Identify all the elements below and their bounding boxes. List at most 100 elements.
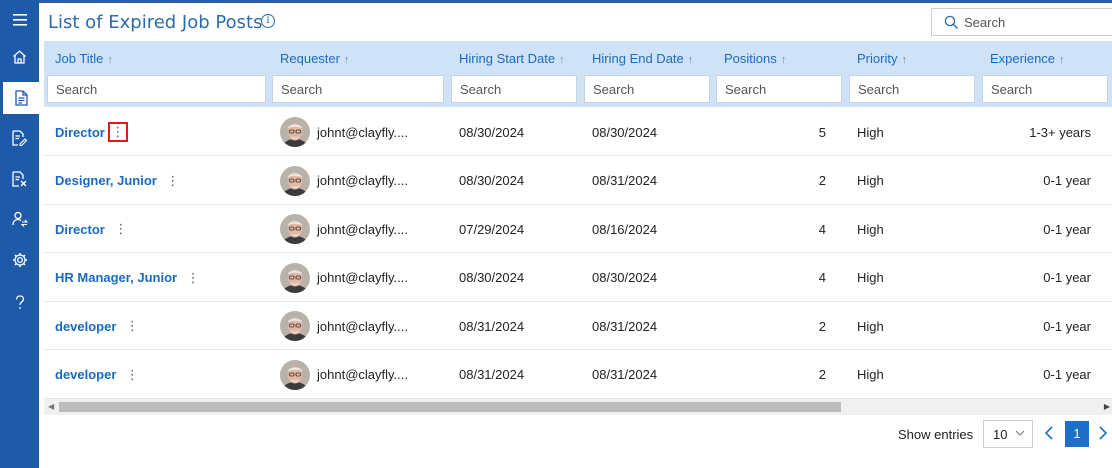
- menu-icon[interactable]: [0, 4, 39, 36]
- previous-page-icon[interactable]: [1043, 425, 1055, 441]
- filter-priority[interactable]: [849, 75, 975, 103]
- column-label: Requester: [280, 51, 340, 66]
- job-title-link[interactable]: developer: [55, 367, 116, 382]
- scroll-right-icon[interactable]: ▶: [1104, 402, 1110, 411]
- search-input[interactable]: [964, 12, 1104, 32]
- table-row[interactable]: Director ⋮ johnt@clayfly.... 08/30/2024 08/3…: [44, 108, 1112, 156]
- filter-input[interactable]: [452, 76, 576, 102]
- search-box[interactable]: [931, 8, 1112, 36]
- filter-experience[interactable]: [982, 75, 1108, 103]
- filter-hiring-start-date[interactable]: [451, 75, 577, 103]
- next-page-icon[interactable]: [1097, 425, 1109, 441]
- cell-requester: johnt@clayfly....: [280, 302, 408, 350]
- column-label: Positions: [724, 51, 777, 66]
- gear-icon[interactable]: [0, 244, 39, 276]
- cell-experience: 0-1 year: [1043, 270, 1091, 285]
- document-icon[interactable]: [3, 82, 39, 114]
- cell-job-title: Director ⋮: [55, 108, 128, 156]
- horizontal-scrollbar[interactable]: ◀ ▶: [44, 399, 1112, 415]
- more-options-icon[interactable]: ⋮: [124, 317, 140, 335]
- column-header-requester[interactable]: Requester ↑: [280, 51, 349, 66]
- sort-arrow-icon: ↑: [107, 54, 113, 66]
- requester-email: johnt@clayfly....: [317, 270, 408, 285]
- cell-positions: 4: [818, 270, 826, 285]
- table-row[interactable]: developer ⋮ johnt@clayfly.... 08/31/2024 08/…: [44, 351, 1112, 399]
- table-row[interactable]: Designer, Junior ⋮ johnt@clayfly.... 08/30/…: [44, 157, 1112, 205]
- filter-input[interactable]: [48, 76, 265, 102]
- cell-priority: High: [857, 221, 884, 237]
- filter-input[interactable]: [717, 76, 841, 102]
- column-label: Priority: [857, 51, 898, 66]
- cell-job-title: Designer, Junior ⋮: [55, 157, 181, 205]
- avatar: [280, 214, 310, 244]
- page-number-current[interactable]: 1: [1065, 421, 1089, 447]
- requester-email: johnt@clayfly....: [317, 221, 408, 237]
- requester-email: johnt@clayfly....: [317, 367, 408, 382]
- column-label: Experience: [990, 51, 1056, 66]
- page-size-select[interactable]: 10: [983, 420, 1033, 448]
- cell-hiring-start-date: 08/31/2024: [459, 367, 525, 382]
- job-title-link[interactable]: Director: [55, 222, 105, 237]
- table-row[interactable]: HR Manager, Junior ⋮ johnt@clayfly.... 08/3…: [44, 254, 1112, 302]
- grid-header: Job Title ↑ Requester ↑ Hiring Start Date ↑…: [44, 41, 1112, 107]
- filter-requester[interactable]: [272, 75, 444, 103]
- document-edit-icon[interactable]: [0, 122, 39, 154]
- more-options-icon[interactable]: ⋮: [124, 366, 140, 384]
- filter-hiring-end-date[interactable]: [584, 75, 710, 103]
- avatar: [280, 311, 310, 341]
- job-title-link[interactable]: Director: [55, 125, 105, 140]
- more-options-icon[interactable]: ⋮: [107, 122, 128, 142]
- avatar: [280, 359, 310, 390]
- sort-arrow-icon: ↑: [343, 54, 350, 66]
- table-row[interactable]: Director ⋮ johnt@clayfly.... 07/29/2024 08/1…: [44, 205, 1112, 253]
- more-options-icon[interactable]: ⋮: [165, 172, 181, 190]
- home-icon[interactable]: [0, 41, 39, 73]
- document-remove-icon[interactable]: [0, 163, 39, 195]
- column-header-priority[interactable]: Priority ↑: [857, 51, 907, 66]
- column-label: Hiring End Date: [592, 51, 684, 66]
- page-size-value: 10: [993, 427, 1008, 442]
- filter-input[interactable]: [850, 76, 974, 102]
- cell-experience: 0-1 year: [1043, 318, 1091, 334]
- user-switch-icon[interactable]: [0, 203, 39, 235]
- cell-hiring-end-date: 08/31/2024: [592, 367, 658, 382]
- cell-experience: 0-1 year: [1043, 367, 1091, 382]
- cell-positions: 4: [818, 221, 826, 237]
- job-title-link[interactable]: HR Manager, Junior: [55, 270, 177, 285]
- column-header-hiring-start-date[interactable]: Hiring Start Date ↑: [459, 51, 565, 66]
- column-label: Hiring Start Date: [459, 51, 556, 66]
- more-options-icon[interactable]: ⋮: [185, 269, 201, 287]
- scroll-left-icon[interactable]: ◀: [48, 402, 54, 411]
- cell-hiring-start-date: 08/30/2024: [459, 173, 525, 188]
- cell-hiring-end-date: 08/31/2024: [592, 173, 658, 188]
- filter-input[interactable]: [585, 76, 709, 102]
- filter-positions[interactable]: [716, 75, 842, 103]
- cell-positions: 2: [818, 318, 826, 334]
- cell-experience: 1-3+ years: [1029, 124, 1091, 140]
- requester-email: johnt@clayfly....: [317, 318, 408, 334]
- filter-input[interactable]: [273, 76, 443, 102]
- column-header-positions[interactable]: Positions ↑: [724, 51, 786, 66]
- sort-arrow-icon: ↑: [559, 54, 565, 66]
- job-posts-grid: Job Title ↑ Requester ↑ Hiring Start Date ↑…: [44, 41, 1112, 414]
- cell-priority: High: [857, 367, 884, 382]
- column-header-experience[interactable]: Experience ↑: [990, 51, 1065, 66]
- info-icon[interactable]: i: [261, 14, 275, 28]
- cell-job-title: Director ⋮: [55, 205, 129, 253]
- cell-hiring-end-date: 08/30/2024: [592, 270, 658, 285]
- cell-job-title: HR Manager, Junior ⋮: [55, 254, 201, 302]
- column-header-job-title[interactable]: Job Title ↑: [55, 51, 113, 66]
- table-row[interactable]: developer ⋮ johnt@clayfly.... 08/31/2024 08/…: [44, 302, 1112, 350]
- scrollbar-thumb[interactable]: [59, 402, 841, 412]
- filter-input[interactable]: [983, 76, 1107, 102]
- job-title-link[interactable]: Designer, Junior: [55, 173, 157, 188]
- sort-arrow-icon: ↑: [901, 54, 907, 66]
- filter-job-title[interactable]: [47, 75, 266, 103]
- column-label: Job Title: [55, 51, 104, 66]
- more-options-icon[interactable]: ⋮: [113, 220, 129, 238]
- cell-hiring-start-date: 08/31/2024: [459, 318, 525, 334]
- help-icon[interactable]: [0, 286, 39, 318]
- job-title-link[interactable]: developer: [55, 319, 116, 334]
- column-header-hiring-end-date[interactable]: Hiring End Date ↑: [592, 51, 693, 66]
- requester-email: johnt@clayfly....: [317, 124, 408, 140]
